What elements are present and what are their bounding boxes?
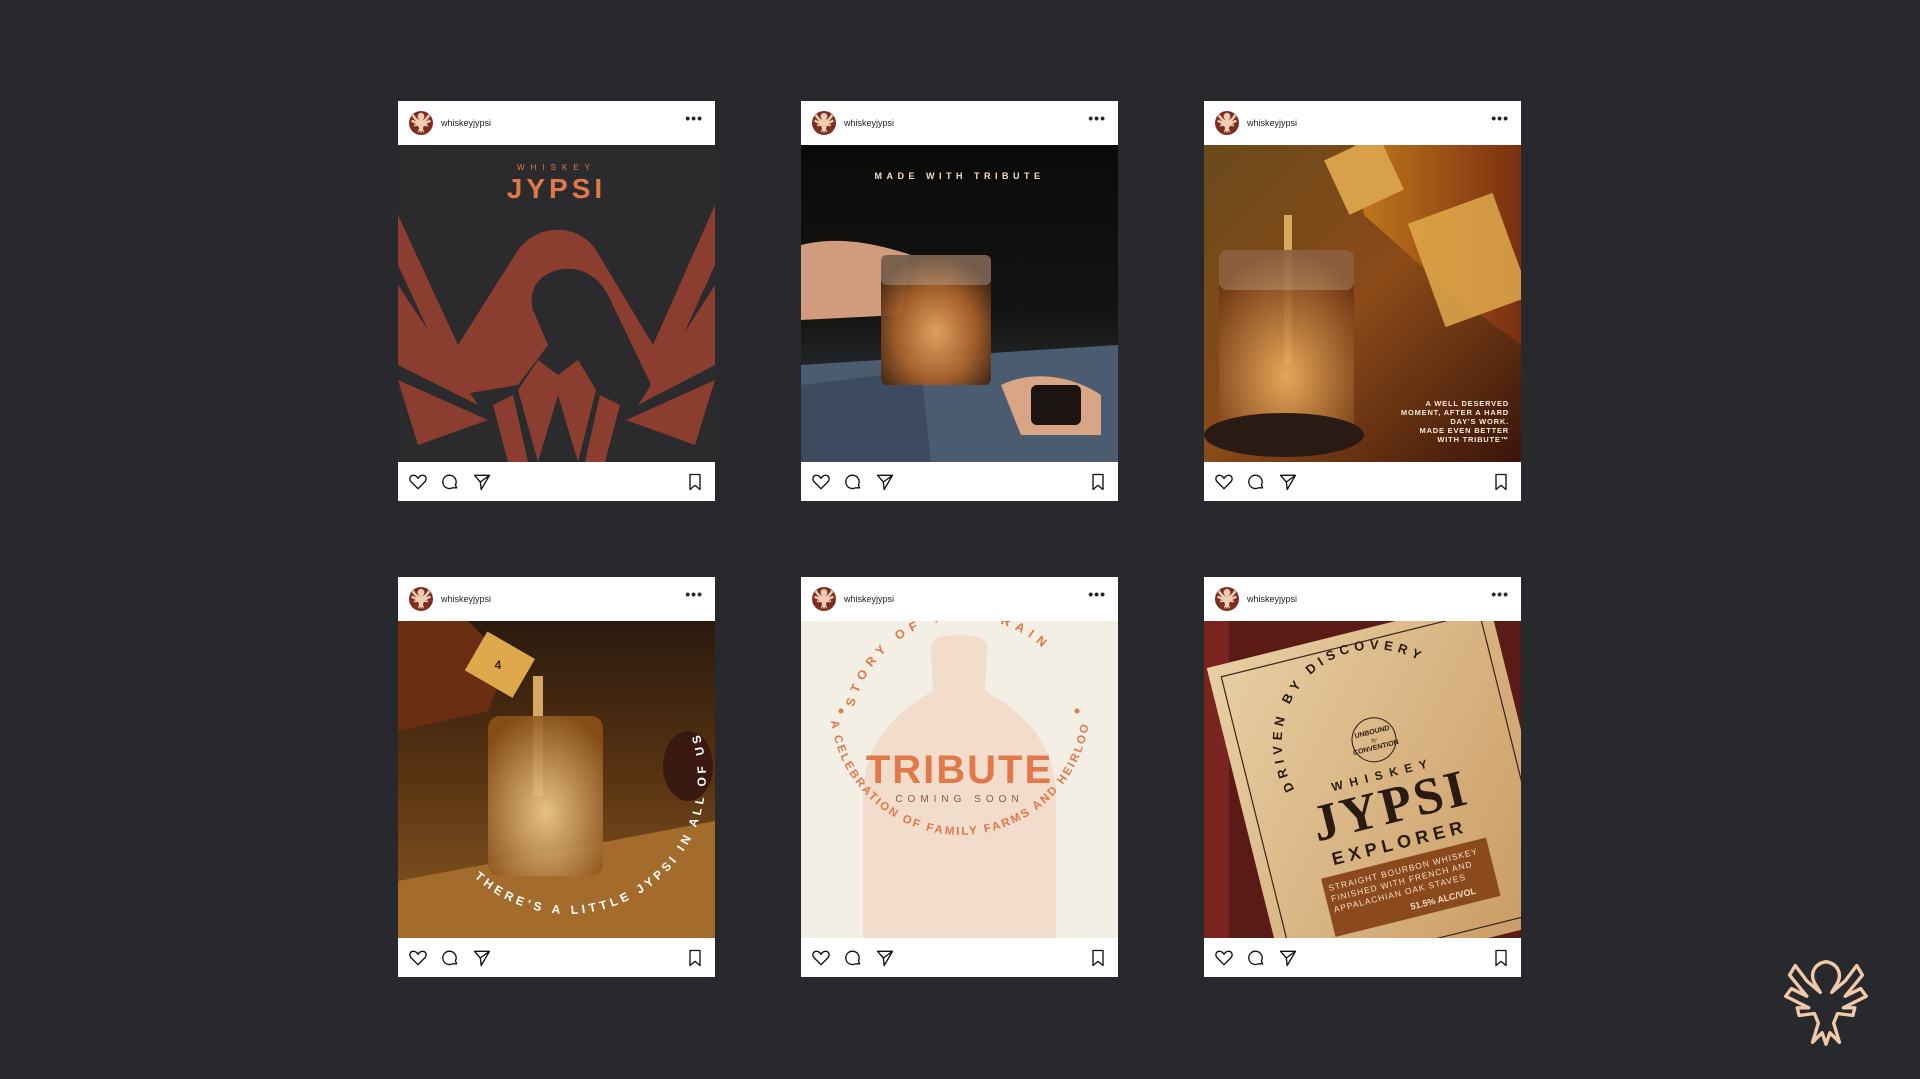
heart-icon[interactable]	[1214, 472, 1234, 492]
heart-icon[interactable]	[811, 948, 831, 968]
eagle-logo-icon	[409, 587, 433, 611]
post-headline: MADE WITH TRIBUTE	[875, 171, 1045, 181]
bookmark-icon[interactable]	[685, 472, 705, 492]
bookmark-icon[interactable]	[685, 948, 705, 968]
comment-icon[interactable]	[1246, 948, 1266, 968]
username[interactable]: whiskeyjypsi	[844, 594, 894, 604]
post-image[interactable]: A WELL DESERVED MOMENT, AFTER A HARD DAY…	[1204, 145, 1521, 462]
share-icon[interactable]	[1278, 472, 1298, 492]
post-image[interactable]: MADE WITH TRIBUTE	[801, 145, 1118, 462]
caption-line: A WELL DESERVED	[1425, 399, 1509, 408]
post-actions	[1204, 462, 1521, 501]
post-actions	[1204, 938, 1521, 977]
bookmark-icon[interactable]	[1491, 472, 1511, 492]
post-title: TRIBUTE	[866, 748, 1053, 792]
eagle-logo-icon	[812, 587, 836, 611]
post-image[interactable]: STORY OF THE GRAIN A CELEBRATION OF FAMI…	[801, 621, 1118, 938]
brand-logo	[1775, 954, 1877, 1050]
post-image[interactable]: 4 THERE'S A LITTLE JYPSI IN ALL OF US	[398, 621, 715, 938]
post-header: whiskeyjypsi •••	[1204, 101, 1521, 145]
post-actions	[398, 462, 715, 501]
avatar[interactable]	[1215, 111, 1239, 135]
share-icon[interactable]	[472, 948, 492, 968]
avatar[interactable]	[409, 111, 433, 135]
eagle-logo-icon	[1215, 111, 1239, 135]
avatar[interactable]	[812, 587, 836, 611]
share-icon[interactable]	[1278, 948, 1298, 968]
heart-icon[interactable]	[408, 948, 428, 968]
avatar[interactable]	[409, 587, 433, 611]
post-kicker: WHISKEY	[517, 163, 596, 172]
post-subtitle: COMING SOON	[895, 794, 1023, 805]
comment-icon[interactable]	[843, 472, 863, 492]
post-title: JYPSI	[507, 173, 606, 204]
share-icon[interactable]	[875, 948, 895, 968]
instagram-post-1[interactable]: whiskeyjypsi ••• WHISKEY JYPSI	[398, 101, 715, 501]
more-icon[interactable]: •••	[685, 111, 703, 125]
more-icon[interactable]: •••	[1491, 587, 1509, 601]
bookmark-icon[interactable]	[1491, 948, 1511, 968]
heart-icon[interactable]	[811, 472, 831, 492]
post-actions	[398, 938, 715, 977]
post-header: whiskeyjypsi •••	[801, 101, 1118, 145]
bookmark-icon[interactable]	[1088, 472, 1108, 492]
post-header: whiskeyjypsi •••	[1204, 577, 1521, 621]
heart-icon[interactable]	[1214, 948, 1234, 968]
instagram-post-3[interactable]: whiskeyjypsi ••• A WELL DESERVED MOMENT,…	[1204, 101, 1521, 501]
comment-icon[interactable]	[440, 948, 460, 968]
eagle-logo-icon	[1775, 954, 1877, 1050]
more-icon[interactable]: •••	[1088, 111, 1106, 125]
instagram-post-2[interactable]: whiskeyjypsi ••• MADE WITH TRIBUTE	[801, 101, 1118, 501]
bottle-label: 4	[495, 658, 502, 672]
username[interactable]: whiskeyjypsi	[441, 118, 491, 128]
share-icon[interactable]	[472, 472, 492, 492]
eagle-logo-icon	[1215, 587, 1239, 611]
comment-icon[interactable]	[843, 948, 863, 968]
post-image[interactable]: WHISKEY JYPSI	[398, 145, 715, 462]
instagram-post-5[interactable]: whiskeyjypsi ••• STORY OF THE GRAIN A CE…	[801, 577, 1118, 977]
more-icon[interactable]: •••	[685, 587, 703, 601]
bookmark-icon[interactable]	[1088, 948, 1108, 968]
post-image[interactable]: DRIVEN BY DISCOVERY UNBOUND by CONVENTIO…	[1204, 621, 1521, 938]
instagram-post-6[interactable]: whiskeyjypsi ••• DRIVEN BY DISCOVERY UNB…	[1204, 577, 1521, 977]
username[interactable]: whiskeyjypsi	[441, 594, 491, 604]
post-actions	[801, 938, 1118, 977]
username[interactable]: whiskeyjypsi	[844, 118, 894, 128]
caption-line: WITH TRIBUTE™	[1437, 435, 1509, 444]
share-icon[interactable]	[875, 472, 895, 492]
post-header: whiskeyjypsi •••	[398, 577, 715, 621]
eagle-logo-icon	[409, 111, 433, 135]
caption-line: MOMENT, AFTER A HARD	[1401, 408, 1509, 417]
avatar[interactable]	[1215, 587, 1239, 611]
comment-icon[interactable]	[1246, 472, 1266, 492]
avatar[interactable]	[812, 111, 836, 135]
username[interactable]: whiskeyjypsi	[1247, 118, 1297, 128]
caption-line: MADE EVEN BETTER	[1420, 426, 1509, 435]
caption-line: DAY'S WORK.	[1450, 417, 1509, 426]
instagram-post-4[interactable]: whiskeyjypsi ••• 4 THERE'S A LITTLE JYPS…	[398, 577, 715, 977]
heart-icon[interactable]	[408, 472, 428, 492]
post-header: whiskeyjypsi •••	[801, 577, 1118, 621]
post-actions	[801, 462, 1118, 501]
post-header: whiskeyjypsi •••	[398, 101, 715, 145]
more-icon[interactable]: •••	[1088, 587, 1106, 601]
more-icon[interactable]: •••	[1491, 111, 1509, 125]
username[interactable]: whiskeyjypsi	[1247, 594, 1297, 604]
eagle-logo-icon	[812, 111, 836, 135]
comment-icon[interactable]	[440, 472, 460, 492]
